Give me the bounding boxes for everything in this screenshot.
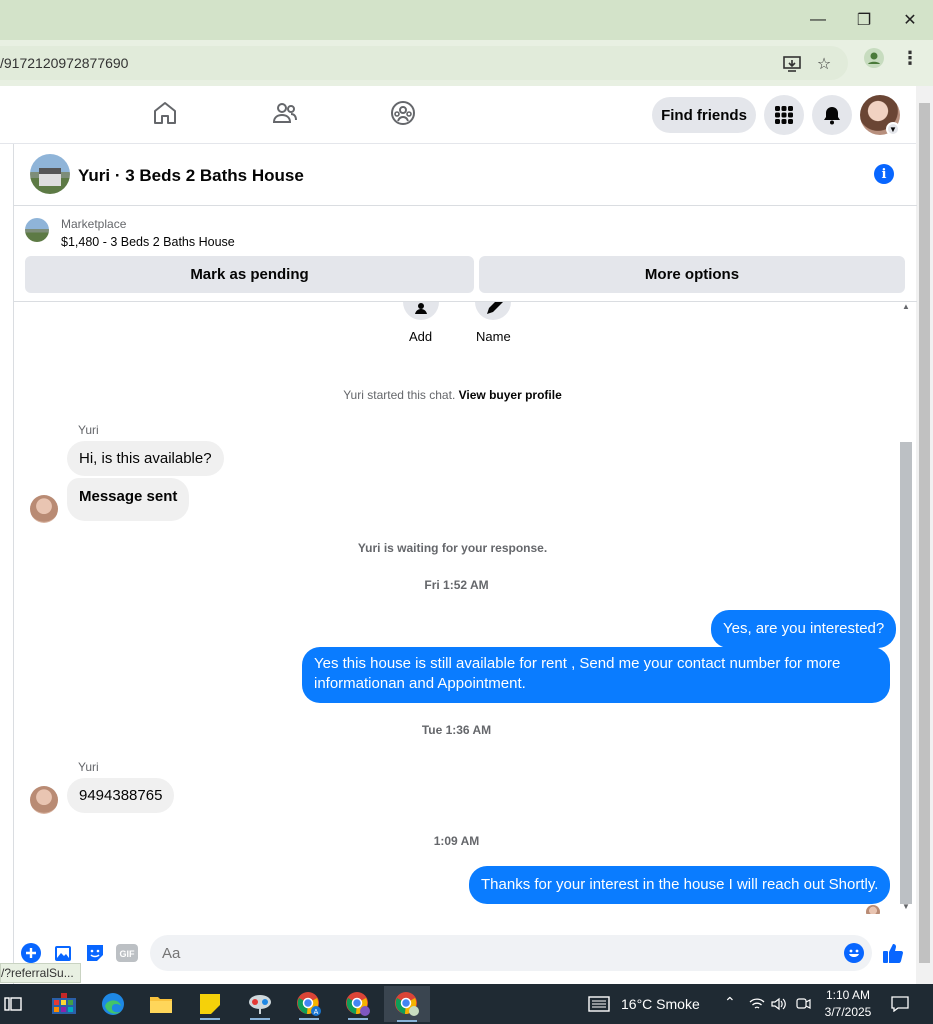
omnibox[interactable]: /9172120972877690 ☆	[0, 46, 848, 80]
sender-avatar[interactable]	[30, 495, 58, 523]
snipping-tool-icon[interactable]	[240, 988, 280, 1020]
outgoing-message[interactable]: Yes this house is still available for re…	[302, 647, 890, 703]
windows-taskbar: A 16°C Smoke ⌃ 1:10 AM 3/7/2025	[0, 984, 933, 1024]
home-icon[interactable]	[152, 100, 180, 128]
wifi-icon[interactable]	[746, 988, 768, 1020]
add-person-icon[interactable]	[403, 302, 439, 320]
scroll-down-icon[interactable]: ▼	[900, 902, 912, 914]
view-buyer-profile-link[interactable]: View buyer profile	[459, 388, 562, 402]
listing-price-title[interactable]: $1,480 - 3 Beds 2 Baths House	[61, 235, 235, 249]
marketplace-label: Marketplace	[61, 217, 127, 231]
chevron-down-icon[interactable]: ▼	[886, 122, 900, 136]
svg-text:A: A	[314, 1009, 319, 1016]
sticky-notes-icon[interactable]	[190, 988, 230, 1020]
incoming-message[interactable]: Message sent	[67, 478, 190, 521]
status-link-preview: /?referralSu...	[0, 963, 81, 983]
weather-text[interactable]: 16°C Smoke	[621, 996, 700, 1012]
message-input[interactable]	[150, 935, 872, 971]
clock-date[interactable]: 3/7/2025	[818, 1005, 878, 1019]
mark-as-pending-button[interactable]: Mark as pending	[25, 256, 474, 293]
profile-icon[interactable]	[864, 48, 884, 68]
notification-center-icon[interactable]	[888, 988, 912, 1020]
marketplace-listing-bar: Marketplace $1,480 - 3 Beds 2 Baths Hous…	[14, 206, 917, 302]
outgoing-message[interactable]: Thanks for your interest in the house I …	[469, 866, 891, 904]
photo-icon[interactable]	[52, 942, 74, 964]
chat-started-text: Yuri started this chat.	[343, 388, 456, 402]
message-list: Add Name Yuri started this chat. View bu…	[14, 302, 917, 914]
add-label[interactable]: Add	[409, 329, 432, 344]
address-bar: /9172120972877690 ☆ ⋮	[0, 40, 933, 86]
minimize-icon[interactable]: —	[802, 6, 834, 34]
timestamp: Tue 1:36 AM	[421, 723, 492, 737]
menu-grid-icon[interactable]	[764, 95, 804, 135]
listing-thumbnail[interactable]	[30, 154, 70, 194]
browser-titlebar: — ❐ ✕	[0, 0, 933, 40]
name-label[interactable]: Name	[476, 329, 511, 344]
page-scrollbar-thumb[interactable]	[919, 103, 930, 963]
incoming-message[interactable]: Hi, is this available?	[67, 441, 224, 476]
browser-menu-icon[interactable]: ⋮	[900, 48, 920, 68]
friends-icon[interactable]	[272, 100, 300, 128]
close-icon[interactable]: ✕	[894, 6, 926, 34]
timestamp: Fri 1:52 AM	[424, 578, 489, 592]
plus-circle-icon[interactable]	[20, 942, 42, 964]
chat-title[interactable]: Yuri · 3 Beds 2 Baths House	[78, 166, 304, 186]
sender-avatar[interactable]	[30, 786, 58, 814]
chrome-profile-a-icon[interactable]: A	[289, 988, 329, 1020]
task-view-icon[interactable]	[0, 988, 26, 1020]
timestamp: 1:09 AM	[433, 834, 480, 848]
chat-started-notice: Yuri started this chat. View buyer profi…	[14, 388, 904, 402]
chat-header: Yuri · 3 Beds 2 Baths House i	[14, 144, 917, 206]
bookmark-star-icon[interactable]: ☆	[814, 54, 834, 74]
outgoing-message[interactable]: Yes, are you interested?	[711, 610, 897, 648]
facebook-navbar: Find friends ▼	[0, 86, 933, 144]
waiting-notice: Yuri is waiting for your response.	[357, 541, 548, 555]
groups-icon[interactable]	[390, 100, 418, 128]
sticker-icon[interactable]	[84, 942, 106, 964]
file-explorer-icon[interactable]	[141, 988, 181, 1020]
sender-name: Yuri	[78, 760, 99, 774]
find-friends-button[interactable]: Find friends	[652, 97, 756, 133]
emoji-icon[interactable]	[843, 942, 865, 964]
info-icon[interactable]: i	[874, 164, 894, 184]
url-text[interactable]: /9172120972877690	[0, 55, 128, 71]
thumbs-up-icon[interactable]	[882, 942, 904, 964]
message-composer: GIF	[14, 928, 917, 978]
svg-text:GIF: GIF	[120, 949, 136, 959]
gif-icon[interactable]: GIF	[116, 942, 138, 964]
edge-browser-icon[interactable]	[93, 988, 133, 1020]
chrome-profile-b-icon[interactable]	[338, 988, 378, 1020]
meet-now-icon[interactable]	[792, 988, 814, 1020]
app-store-icon[interactable]	[44, 988, 84, 1020]
scroll-up-icon[interactable]: ▲	[900, 302, 912, 314]
weather-icon[interactable]	[586, 988, 612, 1020]
more-options-button[interactable]: More options	[479, 256, 905, 293]
message-scrollbar-thumb[interactable]	[900, 442, 912, 904]
install-app-icon[interactable]	[782, 54, 802, 74]
chrome-active-icon[interactable]	[384, 986, 430, 1022]
clock-time[interactable]: 1:10 AM	[818, 988, 878, 1002]
restore-icon[interactable]: ❐	[848, 6, 880, 34]
incoming-message[interactable]: 9494388765	[67, 778, 175, 813]
notifications-bell-icon[interactable]	[812, 95, 852, 135]
read-receipt-avatar	[866, 905, 880, 914]
volume-icon[interactable]	[768, 988, 790, 1020]
sender-name: Yuri	[78, 423, 99, 437]
chat-window: Yuri · 3 Beds 2 Baths House i Marketplac…	[13, 144, 917, 984]
listing-small-thumbnail[interactable]	[25, 218, 49, 242]
chevron-up-icon[interactable]: ⌃	[724, 994, 736, 1011]
pencil-icon[interactable]	[475, 302, 511, 320]
